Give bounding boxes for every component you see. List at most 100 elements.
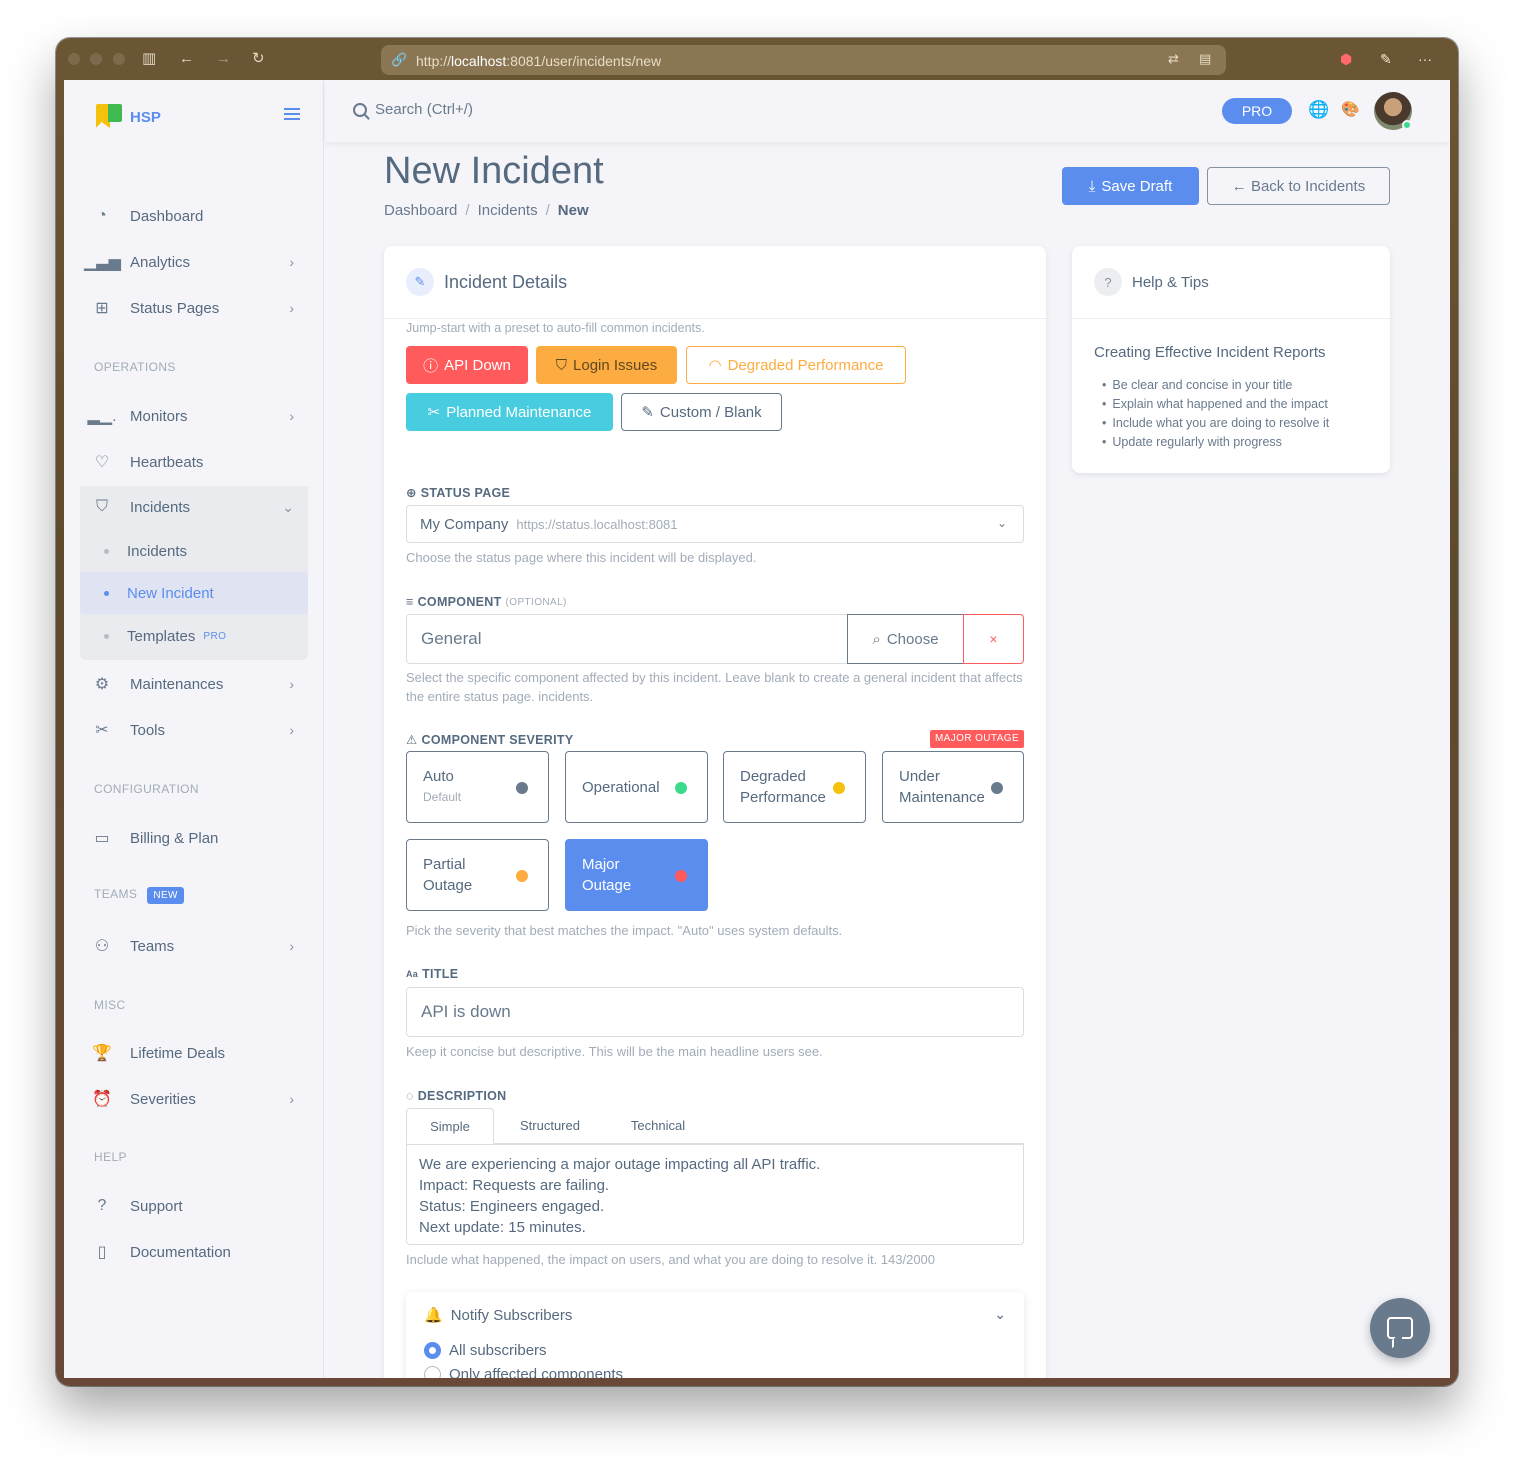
sidebar-subitem-incidents[interactable]: Incidents — [80, 530, 308, 572]
preset-custom-blank-button[interactable]: ✎ Custom / Blank — [621, 393, 782, 431]
breadcrumb-dashboard[interactable]: Dashboard — [384, 202, 457, 219]
tips-list: Be clear and concise in your title Expla… — [1112, 376, 1329, 452]
preset-login-issues-button[interactable]: ⛉ Login Issues — [536, 346, 677, 384]
back-arrow-icon[interactable]: ← — [179, 50, 194, 68]
maintenance-icon: ⚙ — [94, 676, 110, 693]
sidebar-item-dashboard[interactable]: ◔ Dashboard — [80, 196, 308, 236]
list-item: Be clear and concise in your title — [1112, 376, 1329, 395]
minimize-window-button[interactable] — [90, 53, 102, 65]
component-help: Select the specific component affected b… — [406, 670, 1023, 704]
severity-auto-option[interactable]: Auto Default — [406, 751, 549, 823]
address-bar[interactable]: 🔗 http://localhost:8081/user/incidents/n… — [381, 45, 1226, 75]
tools-icon: ✂ — [95, 722, 109, 739]
description-tabs: Simple Structured Technical — [406, 1108, 1024, 1144]
chevron-down-icon[interactable]: ⌄ — [994, 1306, 1006, 1323]
browser-window: ▥ ← → ↻ 🔗 http://localhost:8081/user/inc… — [56, 38, 1458, 1386]
sidebar-item-monitors[interactable]: ▂▁. Monitors › — [80, 396, 308, 436]
translate-icon[interactable]: ⇄ — [1168, 51, 1179, 67]
close-window-button[interactable] — [68, 53, 80, 65]
sidebar-item-lifetime-deals[interactable]: 🏆 Lifetime Deals — [80, 1033, 308, 1073]
severity-operational-option[interactable]: Operational — [565, 751, 708, 823]
status-page-select[interactable]: My Company https://status.localhost:8081 … — [406, 505, 1024, 543]
pro-button[interactable]: PRO — [1222, 98, 1292, 124]
brand-logo — [96, 104, 122, 130]
sidebar-item-tools[interactable]: ✂ Tools › — [80, 710, 308, 750]
chevron-right-icon: › — [289, 676, 294, 692]
search-input[interactable]: Search (Ctrl+/) — [353, 101, 473, 118]
status-dot — [516, 782, 528, 794]
monitor-icon: ▂▁. — [87, 408, 117, 425]
save-draft-button[interactable]: ⤓ Save Draft — [1062, 167, 1199, 205]
sidebar-item-support[interactable]: ? Support — [80, 1186, 308, 1226]
forward-arrow-icon[interactable]: → — [216, 50, 231, 68]
preset-hint: Jump-start with a preset to auto-fill co… — [406, 321, 705, 335]
clear-component-button[interactable]: × — [963, 614, 1024, 664]
tools-icon: ✂ — [427, 404, 441, 421]
shield-icon: ⛉ — [555, 356, 568, 374]
severity-degraded-option[interactable]: Degraded Performance — [723, 751, 866, 823]
sidebar-item-heartbeats[interactable]: ♡ Heartbeats — [80, 442, 308, 482]
notify-subscribers-panel: 🔔 Notify Subscribers ⌄ All subscribers On… — [406, 1292, 1024, 1378]
sidebar-subitem-templates[interactable]: Templates PRO — [80, 615, 308, 657]
status-page-help: Choose the status page where this incide… — [406, 550, 757, 565]
ublock-icon[interactable]: ⬢ — [1340, 51, 1352, 68]
more-icon[interactable]: ··· — [1418, 51, 1432, 67]
maximize-window-button[interactable] — [113, 53, 125, 65]
list-item: Update regularly with progress — [1112, 433, 1329, 452]
globe-icon[interactable]: 🌐 — [1308, 100, 1329, 120]
sidebar-item-teams[interactable]: ⚇ Teams › — [80, 926, 308, 966]
chat-icon — [1387, 1317, 1413, 1339]
status-dot — [991, 782, 1003, 794]
help-circle-icon: ? — [97, 1197, 107, 1214]
severity-maintenance-option[interactable]: Under Maintenance — [882, 751, 1024, 823]
sidebar-item-incidents[interactable]: ⛉ Incidents ⌄ — [80, 486, 308, 528]
severity-partial-outage-option[interactable]: Partial Outage — [406, 839, 549, 911]
choose-component-button[interactable]: ⌕ Choose — [847, 614, 964, 664]
status-dot — [675, 870, 687, 882]
avatar[interactable] — [1374, 92, 1412, 130]
tab-structured[interactable]: Structured — [504, 1108, 596, 1144]
title-input[interactable]: API is down — [406, 987, 1024, 1037]
text-size-icon: Aa — [406, 969, 419, 979]
brand-name: HSP — [130, 108, 161, 126]
sidebar-item-analytics[interactable]: ▁▃▅ Analytics › — [80, 242, 308, 282]
sidebar-item-severities[interactable]: ⏰ Severities › — [80, 1079, 308, 1119]
preset-planned-maintenance-button[interactable]: ✂ Planned Maintenance — [406, 393, 613, 431]
description-help: Include what happened, the impact on use… — [406, 1252, 936, 1267]
description-textarea[interactable]: We are experiencing a major outage impac… — [406, 1144, 1024, 1245]
preset-degraded-performance-button[interactable]: ◠ Degraded Performance — [686, 346, 906, 384]
sidebar-subitem-new-incident[interactable]: New Incident — [80, 572, 308, 614]
menu-toggle-icon[interactable] — [284, 108, 300, 120]
component-input[interactable]: General — [406, 614, 848, 664]
component-label: ≡ COMPONENT (OPTIONAL) — [406, 595, 567, 609]
preset-api-down-button[interactable]: ⓘ API Down — [406, 346, 528, 384]
breadcrumb-incidents[interactable]: Incidents — [478, 202, 538, 219]
radio-affected-components[interactable] — [424, 1366, 441, 1378]
sidebar-item-maintenances[interactable]: ⚙ Maintenances › — [80, 664, 308, 704]
section-help: HELP — [94, 1150, 127, 1164]
trophy-icon: 🏆 — [92, 1045, 112, 1062]
app: HSP ◔ Dashboard ▁▃▅ Analytics › ⊞ Status Pag… — [64, 80, 1450, 1378]
page-title: New Incident — [384, 150, 604, 192]
reload-icon[interactable]: ↻ — [252, 50, 265, 68]
section-operations: OPERATIONS — [94, 360, 176, 374]
sidebar-item-documentation[interactable]: ▯ Documentation — [80, 1232, 308, 1272]
reader-icon[interactable]: ▤ — [1199, 51, 1211, 67]
chevron-right-icon: › — [289, 938, 294, 954]
url-text: http://localhost:8081/user/incidents/new — [416, 53, 662, 69]
sidebar-toggle-icon[interactable]: ▥ — [142, 50, 156, 68]
sidebar-item-billing[interactable]: ▭ Billing & Plan — [80, 818, 308, 858]
sidebar-item-status-pages[interactable]: ⊞ Status Pages › — [80, 288, 308, 328]
status-dot — [833, 782, 845, 794]
tab-simple[interactable]: Simple — [406, 1108, 494, 1144]
tab-technical[interactable]: Technical — [612, 1108, 704, 1144]
chat-button[interactable] — [1370, 1298, 1430, 1358]
palette-icon[interactable]: 🎨 — [1341, 100, 1360, 118]
radio-all-subscribers[interactable] — [424, 1342, 441, 1359]
chevron-right-icon: › — [289, 1091, 294, 1107]
brand[interactable]: HSP — [96, 104, 161, 130]
extension-icon[interactable]: ✎ — [1380, 51, 1392, 68]
notify-subscribers-header[interactable]: 🔔 Notify Subscribers — [424, 1306, 572, 1325]
severity-major-outage-option[interactable]: Major Outage — [565, 839, 708, 911]
back-to-incidents-button[interactable]: ← Back to Incidents — [1207, 167, 1390, 205]
